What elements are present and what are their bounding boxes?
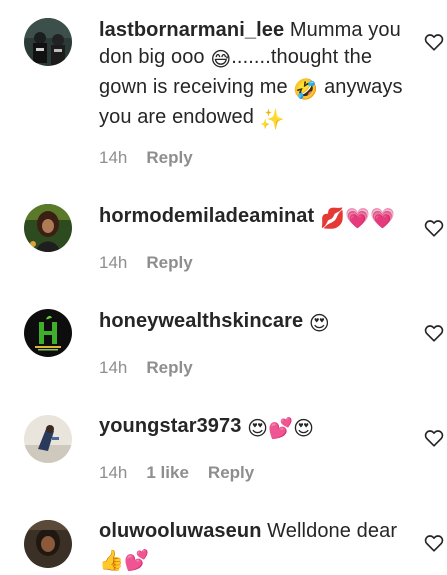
comment-meta: 14h Reply [99,148,193,168]
avatar[interactable] [24,520,72,568]
comment-item: honeywealthskincare 😍 14h Reply [0,295,447,400]
comment-username[interactable]: hormodemiladeaminat [99,205,314,227]
reply-button[interactable]: Reply [208,463,254,483]
comment-body: lastbornarmani_lee Mumma you don big ooo… [99,17,404,134]
heart-outline-icon[interactable] [423,217,445,239]
avatar[interactable] [24,415,72,463]
avatar[interactable] [24,309,72,357]
comment-body: oluwooluwaseun Welldone dear 👍💕 [99,518,404,575]
emoji: 😍 [308,313,330,335]
comment-meta: 14h Reply [99,358,193,378]
comment-username[interactable]: honeywealthskincare [99,310,303,332]
emoji: 😍💕😍 [247,418,315,440]
heart-outline-icon[interactable] [423,322,445,344]
comment-item: youngstar3973 😍💕😍 14h 1 like Reply [0,400,447,505]
comment-timestamp: 14h [99,463,128,482]
comment-text: Welldone dear [261,520,398,542]
heart-outline-icon[interactable] [423,532,445,554]
emoji: 💋💗💗 [319,208,395,230]
emoji: 😅 [210,49,232,71]
reply-button[interactable]: Reply [146,253,192,273]
comment-meta: 14h Reply [99,253,193,273]
comment-body: honeywealthskincare 😍 [99,308,404,338]
likes-count[interactable]: 1 like [146,463,189,483]
comment-item: oluwooluwaseun Welldone dear 👍💕 [0,505,447,572]
reply-button[interactable]: Reply [146,148,192,168]
comment-username[interactable]: lastbornarmani_lee [99,19,284,41]
emoji: 🤣 [293,79,319,101]
heart-outline-icon[interactable] [423,427,445,449]
comment-meta: 14h 1 like Reply [99,463,254,483]
emoji: 👍💕 [99,550,150,572]
comment-timestamp: 14h [99,148,128,167]
avatar[interactable] [24,18,72,66]
emoji: ✨ [259,109,285,131]
comment-username[interactable]: oluwooluwaseun [99,520,262,542]
comment-body: youngstar3973 😍💕😍 [99,413,404,443]
reply-button[interactable]: Reply [146,358,192,378]
comment-item: hormodemiladeaminat 💋💗💗 14h Reply [0,190,447,295]
comment-body: hormodemiladeaminat 💋💗💗 [99,203,404,233]
heart-outline-icon[interactable] [423,31,445,53]
comment-timestamp: 14h [99,253,128,272]
comment-timestamp: 14h [99,358,128,377]
comment-username[interactable]: youngstar3973 [99,415,241,437]
avatar[interactable] [24,204,72,252]
comment-item: lastbornarmani_lee Mumma you don big ooo… [0,0,447,190]
